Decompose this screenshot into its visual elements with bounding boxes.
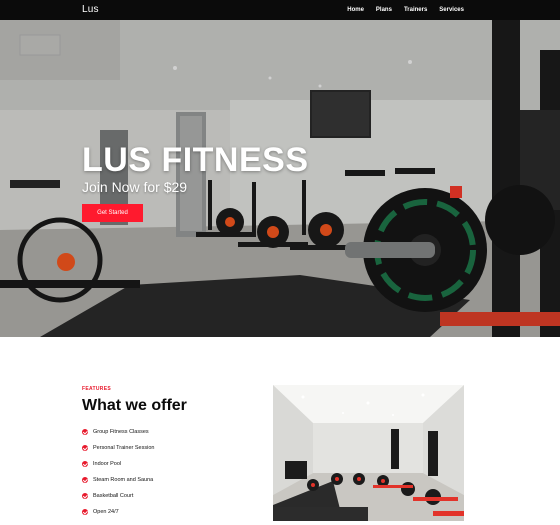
feature-label: Personal Trainer Session [93, 445, 155, 451]
gym-floor-image [273, 385, 464, 521]
features-eyebrow: FEATURES [82, 386, 111, 392]
list-item: Personal Trainer Session [82, 440, 154, 456]
check-circle-icon [82, 445, 88, 451]
check-circle-icon [82, 429, 88, 435]
check-circle-icon [82, 509, 88, 515]
nav-links: Home Plans Trainers Services [347, 0, 464, 20]
nav-link-services[interactable]: Services [439, 7, 464, 13]
get-started-button[interactable]: Get Started [82, 204, 143, 222]
brand-logo[interactable]: Lus [82, 4, 99, 15]
feature-label: Steam Room and Sauna [93, 477, 154, 483]
features-heading: What we offer [82, 397, 187, 414]
list-item: Indoor Pool [82, 456, 154, 472]
hero-subtitle: Join Now for $29 [82, 179, 188, 195]
hero-title: LUS FITNESS [82, 141, 309, 179]
nav-link-trainers[interactable]: Trainers [404, 7, 427, 13]
nav-link-home[interactable]: Home [347, 7, 364, 13]
list-item: Steam Room and Sauna [82, 472, 154, 488]
feature-list: Group Fitness Classes Personal Trainer S… [82, 424, 154, 520]
nav-link-plans[interactable]: Plans [376, 7, 392, 13]
navbar: Lus Home Plans Trainers Services [0, 0, 560, 20]
list-item: Group Fitness Classes [82, 424, 154, 440]
list-item: Basketball Court [82, 488, 154, 504]
feature-label: Group Fitness Classes [93, 429, 149, 435]
check-circle-icon [82, 493, 88, 499]
hero-section: LUS FITNESS Join Now for $29 Get Started [0, 20, 560, 337]
feature-label: Basketball Court [93, 493, 134, 499]
list-item: Open 24/7 [82, 504, 154, 520]
feature-label: Indoor Pool [93, 461, 122, 467]
gym-floor-photo [273, 385, 464, 521]
check-circle-icon [82, 477, 88, 483]
check-circle-icon [82, 461, 88, 467]
feature-label: Open 24/7 [93, 509, 119, 515]
